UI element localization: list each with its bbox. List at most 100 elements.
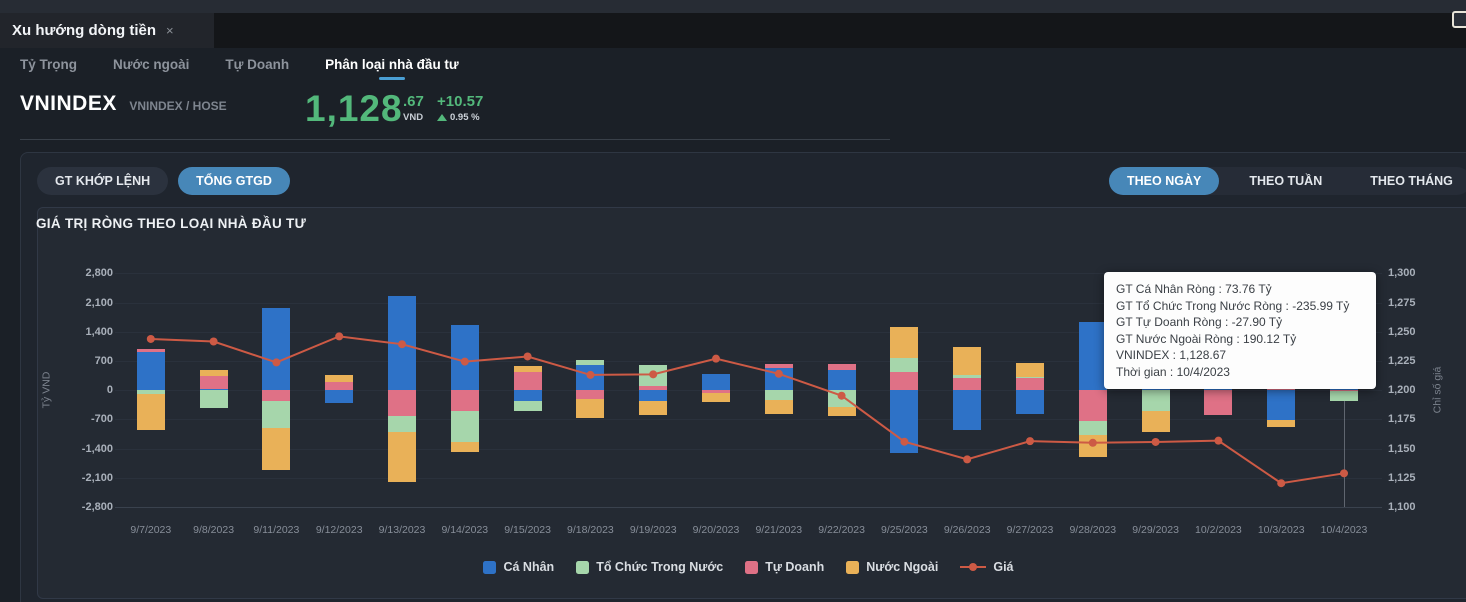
bar-segment[interactable] — [513, 390, 542, 402]
bar-segment[interactable] — [702, 373, 730, 390]
bar-segment[interactable] — [764, 364, 793, 369]
y-axis-right-tick: 1,100 — [1388, 500, 1416, 513]
bar-segment[interactable] — [953, 377, 982, 390]
bar-segment[interactable] — [1078, 434, 1107, 457]
date-label: 9/18/2023 — [567, 524, 614, 536]
legend-item[interactable]: Nước Ngoài — [846, 560, 938, 574]
bar-segment[interactable] — [764, 390, 793, 400]
bar-segment[interactable] — [450, 390, 479, 411]
bar-segment[interactable] — [702, 393, 730, 402]
subtab-ty-trong[interactable]: Tỷ Trọng — [20, 51, 77, 78]
bar-segment[interactable] — [827, 390, 856, 407]
bar-segment[interactable] — [1330, 391, 1358, 401]
bar-segment[interactable] — [890, 371, 919, 390]
bar-segment[interactable] — [1141, 410, 1170, 432]
legend-item[interactable]: Tổ Chức Trong Nước — [576, 560, 723, 574]
bar-segment[interactable] — [890, 358, 919, 372]
legend-item[interactable]: Cá Nhân — [483, 560, 554, 574]
bar-segment[interactable] — [1016, 363, 1044, 377]
bar-segment[interactable] — [262, 390, 291, 401]
bar-segment[interactable] — [639, 385, 668, 390]
tong-gtgd-button[interactable]: TỔNG GTGD — [178, 167, 290, 195]
bar-segment[interactable] — [890, 390, 919, 454]
bar-segment[interactable] — [262, 428, 291, 470]
bar-segment[interactable] — [576, 390, 605, 400]
bar-segment[interactable] — [1016, 378, 1044, 390]
bar-segment[interactable] — [388, 431, 416, 482]
bar-segment[interactable] — [639, 390, 668, 402]
legend-label: Cá Nhân — [503, 560, 555, 574]
legend-swatch — [846, 560, 860, 574]
theo-tuan-button[interactable]: THEO TUẦN — [1231, 167, 1340, 195]
symbol-name: VNINDEX — [20, 92, 117, 115]
bar-segment[interactable] — [136, 394, 165, 431]
price-decimals: .67 — [403, 93, 424, 110]
bar-segment[interactable] — [576, 359, 605, 365]
bar-segment[interactable] — [136, 351, 165, 390]
bar-segment[interactable] — [890, 326, 919, 359]
date-label: 10/2/2023 — [1195, 524, 1242, 536]
bar-segment[interactable] — [388, 296, 416, 390]
bar-segment[interactable] — [827, 363, 856, 370]
bar-segment[interactable] — [325, 374, 354, 382]
bar-segment[interactable] — [199, 370, 228, 376]
bar-segment[interactable] — [136, 348, 165, 352]
bar-segment[interactable] — [1078, 321, 1107, 390]
symbol-exchange: VNINDEX / HOSE — [129, 99, 227, 113]
bar-segment[interactable] — [1016, 390, 1044, 415]
bar-segment[interactable] — [513, 365, 542, 372]
bar-segment[interactable] — [1267, 420, 1296, 428]
date-label: 9/28/2023 — [1069, 524, 1117, 536]
gt-khop-lenh-button[interactable]: GT KHỚP LỆNH — [37, 167, 169, 195]
date-label: 9/29/2023 — [1132, 524, 1179, 536]
bar-segment[interactable] — [325, 390, 354, 403]
bar-segment[interactable] — [576, 399, 605, 419]
y-axis-left-tick: 2,100 — [85, 296, 113, 309]
bar-segment[interactable] — [199, 390, 228, 408]
bar-segment[interactable] — [1016, 376, 1044, 379]
bar-segment[interactable] — [513, 401, 542, 411]
legend-item[interactable]: Tự Doanh — [745, 560, 824, 574]
bar-segment[interactable] — [262, 308, 291, 390]
bar-segment[interactable] — [450, 410, 479, 442]
bar-segment[interactable] — [1078, 390, 1107, 421]
bar-segment[interactable] — [827, 406, 856, 416]
subtab-nuoc-ngoai[interactable]: Nước ngoài — [113, 51, 189, 78]
grid-line — [115, 477, 1382, 479]
y-axis-right-tick: 1,175 — [1388, 413, 1416, 426]
bar-segment[interactable] — [1267, 390, 1296, 421]
tooltip-line: GT Nước Ngoài Ròng : 190.12 Tỷ — [1116, 331, 1297, 346]
bar-segment[interactable] — [764, 368, 793, 390]
tab-money-flow[interactable]: Xu hướng dòng tiền × — [0, 13, 214, 48]
bar-segment[interactable] — [325, 381, 354, 390]
bar-segment[interactable] — [513, 371, 542, 390]
y-axis-left-title: Tỷ VND — [40, 371, 53, 409]
theo-thang-button[interactable]: THEO THÁNG — [1352, 167, 1466, 195]
symbol-header: VNINDEX VNINDEX / HOSE — [20, 92, 1440, 138]
theo-ngay-button[interactable]: THEO NGÀY — [1109, 167, 1220, 195]
close-icon[interactable]: × — [166, 23, 174, 38]
bar-segment[interactable] — [388, 390, 416, 416]
bar-segment[interactable] — [1078, 420, 1107, 435]
bar-segment[interactable] — [388, 415, 416, 432]
bar-segment[interactable] — [262, 400, 291, 429]
bar-segment[interactable] — [764, 399, 793, 414]
bar-segment[interactable] — [450, 324, 479, 390]
bar-segment[interactable] — [953, 347, 982, 376]
legend-item-price-line[interactable]: Giá — [960, 560, 1014, 574]
bar-segment[interactable] — [953, 390, 982, 431]
bar-segment[interactable] — [1204, 390, 1233, 415]
date-label: 9/22/2023 — [818, 524, 865, 536]
tab-title: Xu hướng dòng tiền — [12, 22, 157, 39]
bar-segment[interactable] — [827, 369, 856, 390]
bar-segment[interactable] — [199, 375, 228, 389]
window-corner-icon[interactable] — [1452, 11, 1466, 28]
bar-segment[interactable] — [639, 401, 668, 416]
bar-segment[interactable] — [450, 441, 479, 452]
bar-segment[interactable] — [639, 364, 668, 386]
bar-segment[interactable] — [953, 375, 982, 378]
subtab-phan-loai-nha-dau-tu[interactable]: Phân loại nhà đầu tư — [325, 51, 459, 78]
bar-segment[interactable] — [1141, 390, 1170, 411]
bar-segment[interactable] — [576, 364, 605, 390]
subtab-tu-doanh[interactable]: Tự Doanh — [225, 51, 289, 78]
